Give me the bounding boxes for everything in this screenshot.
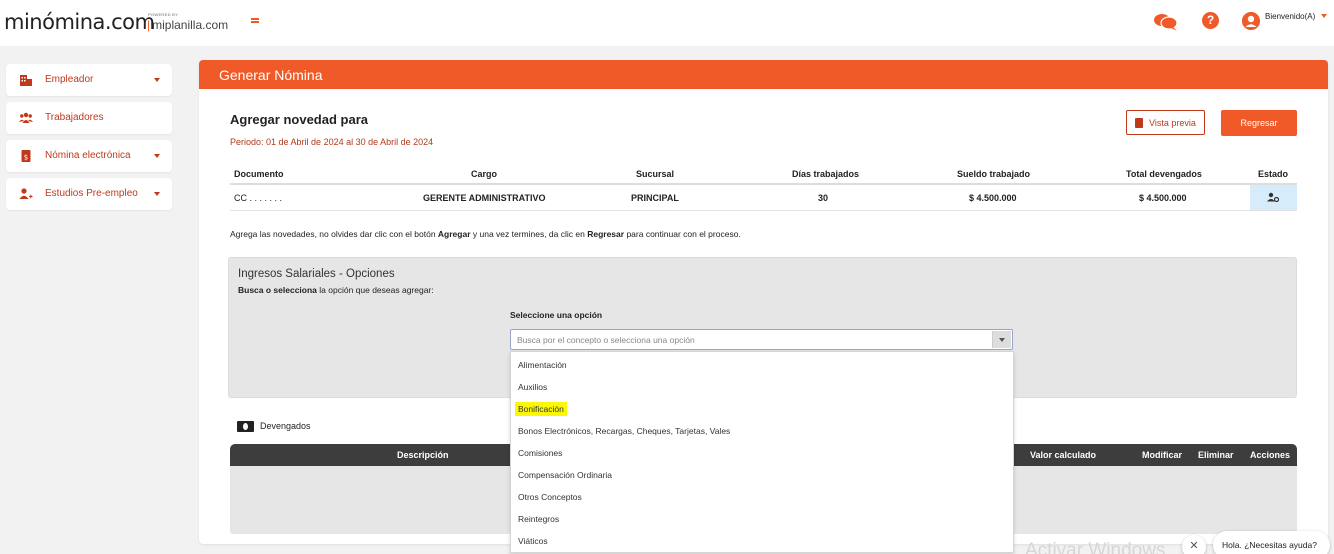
- col-total: Total devengados: [1126, 169, 1202, 179]
- option-label: Bonificación: [515, 402, 567, 416]
- panel-subtitle-bold: Busca o selecciona: [238, 285, 317, 295]
- hint-text: para continuar con el proceso.: [624, 229, 741, 239]
- card-header: Generar Nómina: [199, 60, 1328, 89]
- top-header: minómina.com POWERED BY | miplanilla.com …: [0, 0, 1334, 46]
- chat-icon[interactable]: [1153, 12, 1179, 32]
- col-dias: Días trabajados: [792, 169, 860, 179]
- sidebar-item-label: Trabajadores: [45, 112, 104, 123]
- chat-help-bubble[interactable]: Hola. ¿Necesitas ayuda?: [1213, 531, 1330, 554]
- option-label: Alimentación: [518, 360, 567, 370]
- sidebar-item-label: Nómina electrónica: [45, 150, 131, 161]
- dropdown-option[interactable]: Comisiones: [511, 442, 1013, 464]
- col-documento: Documento: [234, 169, 284, 179]
- col-valor-calculado: Valor calculado: [1030, 450, 1097, 460]
- table-row: CC . . . . . . . GERENTE ADMINISTRATIVO …: [230, 185, 1297, 211]
- col-estado: Estado: [1258, 169, 1289, 179]
- panel-title: Ingresos Salariales - Opciones: [238, 268, 395, 280]
- sidebar-item-trabajadores[interactable]: Trabajadores: [6, 102, 172, 134]
- close-icon[interactable]: ✕: [1182, 535, 1206, 554]
- select-placeholder: Busca por el concepto o selecciona una o…: [517, 335, 695, 345]
- cell-sueldo: $ 4.500.000: [969, 193, 1017, 203]
- chevron-down-icon[interactable]: [1321, 14, 1327, 18]
- cell-total: $ 4.500.000: [1139, 193, 1187, 203]
- cell-sucursal: PRINCIPAL: [631, 193, 679, 203]
- col-modificar: Modificar: [1142, 450, 1183, 460]
- col-acciones: Acciones: [1250, 450, 1291, 460]
- dropdown-option-highlighted[interactable]: Bonificación: [511, 398, 1013, 420]
- user-plus-icon: [19, 188, 33, 199]
- document-icon: $: [21, 150, 31, 162]
- svg-text:$: $: [24, 154, 28, 162]
- sidebar-item-label: Empleador: [45, 74, 94, 85]
- powered-by-text: POWERED BY: [148, 12, 179, 17]
- menu-toggle-icon[interactable]: [251, 18, 259, 26]
- chevron-down-icon: [999, 338, 1005, 342]
- back-button[interactable]: Regresar: [1221, 110, 1297, 136]
- sidebar-item-estudios-pre-empleo[interactable]: Estudios Pre-empleo: [6, 178, 172, 210]
- option-label: Auxilios: [518, 382, 548, 392]
- dropdown-option[interactable]: Otros Conceptos: [511, 486, 1013, 508]
- dropdown-option[interactable]: Reintegros: [511, 508, 1013, 530]
- devengados-label: Devengados: [260, 421, 311, 431]
- col-cargo: Cargo: [471, 169, 498, 179]
- option-label: Reintegros: [518, 514, 560, 524]
- hint-text: y una vez termines, da clic en: [470, 229, 588, 239]
- concept-dropdown-list: Alimentación Auxilios Bonificación Bonos…: [510, 351, 1014, 553]
- money-icon: [237, 421, 254, 432]
- section-subtitle: Agregar novedad para: [230, 112, 368, 127]
- sidebar-item-nomina-electronica[interactable]: $ Nómina electrónica: [6, 140, 172, 172]
- chevron-down-icon: [154, 192, 160, 196]
- panel-subtitle: Busca o selecciona la opción que deseas …: [238, 285, 434, 295]
- chat-help-text: Hola. ¿Necesitas ayuda?: [1222, 540, 1317, 550]
- app-logo[interactable]: minómina.com: [4, 10, 155, 34]
- col-sueldo: Sueldo trabajado: [957, 169, 1031, 179]
- col-sucursal: Sucursal: [636, 169, 675, 179]
- chevron-down-icon: [154, 154, 160, 158]
- sidebar-item-label: Estudios Pre-empleo: [45, 188, 138, 199]
- col-descripcion: Descripción: [397, 450, 449, 460]
- select-arrow[interactable]: [992, 331, 1011, 348]
- preview-button-label: Vista previa: [1149, 118, 1196, 128]
- concept-select[interactable]: Busca por el concepto o selecciona una o…: [510, 329, 1013, 350]
- table-header: Documento Cargo Sucursal Días trabajados…: [230, 163, 1297, 185]
- hint-bold-agregar: Agregar: [437, 229, 471, 239]
- sidebar-item-empleador[interactable]: Empleador: [6, 64, 172, 96]
- instructions-text: Agrega las novedades, no olvides dar cli…: [230, 229, 741, 239]
- panel-subtitle-rest: la opción que deseas agregar:: [316, 285, 434, 295]
- cell-dias: 30: [818, 193, 829, 203]
- welcome-text[interactable]: Bienvenido(A): [1265, 12, 1315, 21]
- sidebar: Empleador Trabajadores $ Nómina electrón…: [6, 64, 172, 216]
- help-icon[interactable]: ?: [1202, 12, 1219, 29]
- user-avatar-icon[interactable]: [1242, 12, 1260, 30]
- option-label: Otros Conceptos: [518, 492, 582, 502]
- select-label: Seleccione una opción: [510, 310, 603, 320]
- period-text: Periodo: 01 de Abril de 2024 al 30 de Ab…: [230, 137, 434, 147]
- status-cell[interactable]: [1250, 185, 1297, 210]
- dropdown-option[interactable]: Alimentación: [511, 354, 1013, 376]
- partner-logo: | miplanilla.com: [147, 18, 229, 32]
- chevron-down-icon: [154, 78, 160, 82]
- dropdown-option[interactable]: Auxilios: [511, 376, 1013, 398]
- option-label: Viáticos: [518, 536, 548, 546]
- hint-bold-regresar: Regresar: [587, 229, 625, 239]
- dropdown-option[interactable]: Bonos Electrónicos, Recargas, Cheques, T…: [511, 420, 1013, 442]
- cell-documento: CC . . . . . . .: [234, 193, 283, 203]
- option-label: Bonos Electrónicos, Recargas, Cheques, T…: [518, 426, 731, 436]
- col-eliminar: Eliminar: [1198, 450, 1234, 460]
- pdf-icon: [1135, 118, 1143, 128]
- option-label: Compensación Ordinaria: [518, 470, 613, 480]
- hint-text: Agrega las novedades, no olvides dar cli…: [230, 229, 438, 239]
- page-title: Generar Nómina: [219, 67, 323, 83]
- user-settings-icon: [1267, 192, 1279, 202]
- users-icon: [19, 112, 33, 123]
- employee-table: Documento Cargo Sucursal Días trabajados…: [230, 163, 1297, 211]
- building-icon: [20, 75, 32, 86]
- preview-button[interactable]: Vista previa: [1126, 110, 1205, 135]
- cell-cargo: GERENTE ADMINISTRATIVO: [423, 193, 546, 203]
- partner-logo-text: miplanilla.com: [152, 18, 229, 32]
- option-label: Comisiones: [518, 448, 563, 458]
- dropdown-option[interactable]: Viáticos: [511, 530, 1013, 552]
- dropdown-option[interactable]: Compensación Ordinaria: [511, 464, 1013, 486]
- windows-watermark: Activar Windows: [1025, 540, 1166, 554]
